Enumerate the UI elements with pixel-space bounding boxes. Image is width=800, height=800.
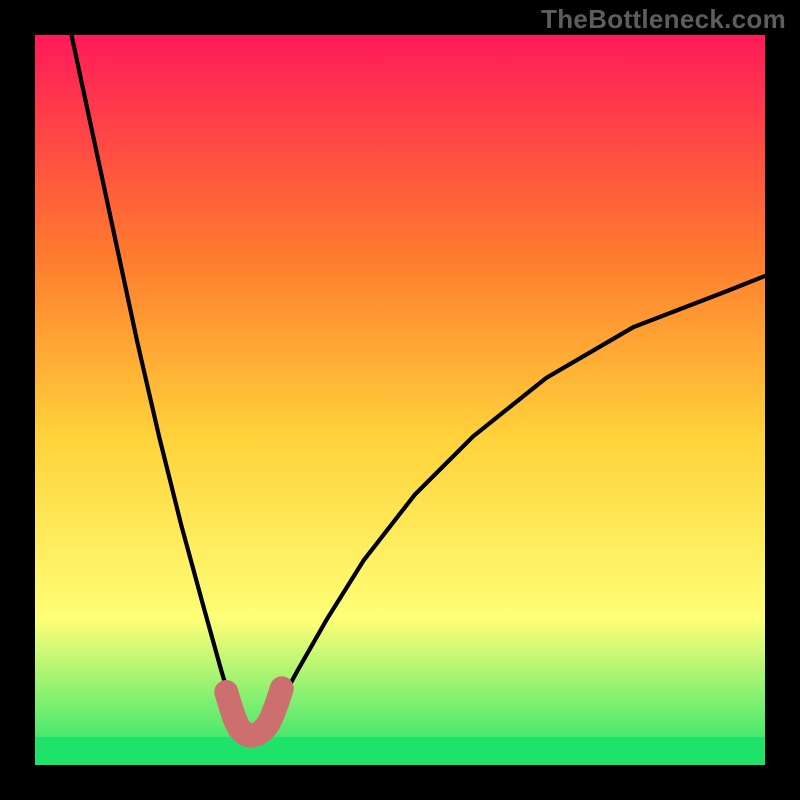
chart-svg <box>35 35 765 765</box>
plot-area <box>35 35 765 765</box>
gradient-background <box>35 35 765 765</box>
watermark-text: TheBottleneck.com <box>541 4 786 35</box>
chart-stage: TheBottleneck.com <box>0 0 800 800</box>
green-band <box>35 737 765 765</box>
